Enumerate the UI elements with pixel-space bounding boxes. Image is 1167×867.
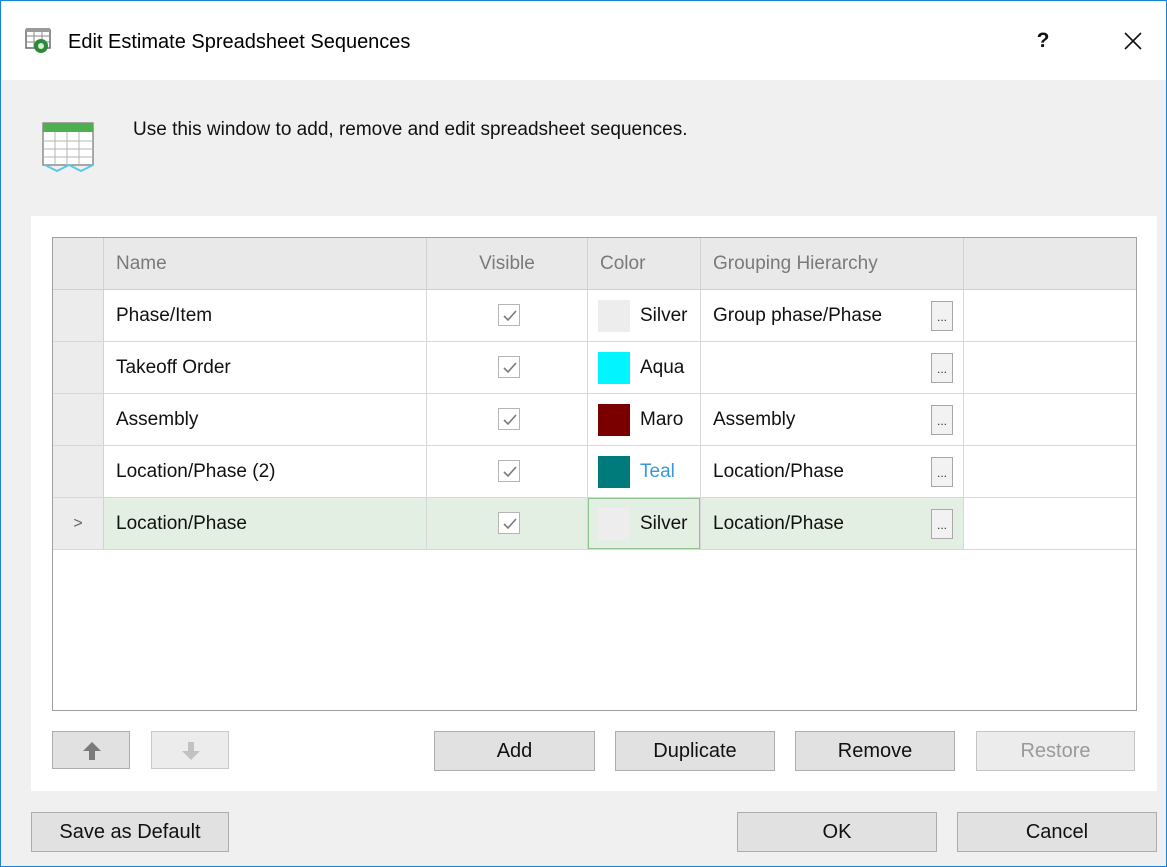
color-swatch xyxy=(598,352,630,384)
grouping-text: Group phase/Phase xyxy=(713,305,883,326)
visible-checkbox[interactable] xyxy=(498,356,520,378)
grouping-ellipsis-button[interactable]: ... xyxy=(931,301,953,331)
table-row[interactable]: Phase/Item Silver Group phase/Phase ... xyxy=(53,290,1136,342)
ok-button[interactable]: OK xyxy=(737,812,937,852)
move-up-button[interactable] xyxy=(52,731,130,769)
grouping-ellipsis-button[interactable]: ... xyxy=(931,457,953,487)
checkmark-icon xyxy=(503,518,517,530)
row-indicator[interactable] xyxy=(53,342,104,393)
cell-filler xyxy=(964,290,1136,341)
grouping-text: Assembly xyxy=(713,409,796,430)
cell-grouping[interactable]: Group phase/Phase ... xyxy=(701,290,964,341)
row-indicator[interactable] xyxy=(53,290,104,341)
cell-name[interactable]: Takeoff Order xyxy=(104,342,427,393)
help-button[interactable]: ? xyxy=(1028,24,1058,58)
cell-name[interactable]: Assembly xyxy=(104,394,427,445)
cell-visible[interactable] xyxy=(427,290,588,341)
cell-grouping[interactable]: Location/Phase ... xyxy=(701,498,964,549)
checkmark-icon xyxy=(503,310,517,322)
spreadsheet-gear-icon xyxy=(24,26,54,56)
save-as-default-button[interactable]: Save as Default xyxy=(31,812,229,852)
duplicate-button[interactable]: Duplicate xyxy=(615,731,775,771)
dialog-window: Edit Estimate Spreadsheet Sequences ? Us… xyxy=(0,0,1167,867)
grouping-text: Location/Phase xyxy=(713,461,844,482)
cell-visible[interactable] xyxy=(427,446,588,497)
table-row[interactable]: Assembly Maro Assembly ... xyxy=(53,394,1136,446)
close-button[interactable] xyxy=(1116,24,1150,58)
visible-checkbox[interactable] xyxy=(498,304,520,326)
restore-button[interactable]: Restore xyxy=(976,731,1135,771)
cell-visible[interactable] xyxy=(427,394,588,445)
row-indicator[interactable] xyxy=(53,446,104,497)
current-row-marker: > xyxy=(73,515,83,532)
color-name: Maro xyxy=(640,409,684,430)
content-panel: Name Visible Color Grouping Hierarchy Ph… xyxy=(31,216,1157,791)
cell-color[interactable]: Teal xyxy=(588,446,701,497)
remove-button[interactable]: Remove xyxy=(795,731,955,771)
add-button[interactable]: Add xyxy=(434,731,595,771)
cell-name[interactable]: Location/Phase xyxy=(104,498,427,549)
visible-checkbox[interactable] xyxy=(498,408,520,430)
cell-filler xyxy=(964,394,1136,445)
column-header-visible[interactable]: Visible xyxy=(427,238,588,290)
cell-color[interactable]: Aqua xyxy=(588,342,701,393)
cell-color[interactable]: Silver xyxy=(588,498,701,549)
spreadsheet-grid-icon xyxy=(41,119,97,173)
sequences-grid: Name Visible Color Grouping Hierarchy Ph… xyxy=(52,237,1137,711)
grouping-text: Location/Phase xyxy=(713,513,844,534)
color-name: Teal xyxy=(640,461,675,482)
table-row[interactable]: Takeoff Order Aqua ... xyxy=(53,342,1136,394)
color-swatch xyxy=(598,508,630,540)
checkmark-icon xyxy=(503,466,517,478)
checkmark-icon xyxy=(503,414,517,426)
color-swatch xyxy=(598,404,630,436)
cell-filler xyxy=(964,498,1136,549)
grid-header: Name Visible Color Grouping Hierarchy xyxy=(53,238,1136,290)
arrow-down-icon xyxy=(182,742,200,760)
cell-grouping[interactable]: Assembly ... xyxy=(701,394,964,445)
checkmark-icon xyxy=(503,362,517,374)
table-row[interactable]: Location/Phase (2) Teal Location/Phase .… xyxy=(53,446,1136,498)
cancel-button[interactable]: Cancel xyxy=(957,812,1157,852)
header-description: Use this window to add, remove and edit … xyxy=(133,119,688,140)
cell-visible[interactable] xyxy=(427,498,588,549)
grouping-ellipsis-button[interactable]: ... xyxy=(931,509,953,539)
cell-visible[interactable] xyxy=(427,342,588,393)
title-bar: Edit Estimate Spreadsheet Sequences ? xyxy=(2,2,1166,80)
color-swatch xyxy=(598,300,630,332)
close-icon xyxy=(1124,32,1142,50)
move-down-button[interactable] xyxy=(151,731,229,769)
grouping-ellipsis-button[interactable]: ... xyxy=(931,405,953,435)
cell-name[interactable]: Location/Phase (2) xyxy=(104,446,427,497)
cell-name[interactable]: Phase/Item xyxy=(104,290,427,341)
cell-color[interactable]: Silver xyxy=(588,290,701,341)
arrow-up-icon xyxy=(83,742,101,760)
column-header-filler xyxy=(964,238,1136,290)
color-name: Silver xyxy=(640,513,688,534)
color-swatch xyxy=(598,456,630,488)
cell-grouping[interactable]: ... xyxy=(701,342,964,393)
color-name: Aqua xyxy=(640,357,685,378)
column-header-color[interactable]: Color xyxy=(588,238,701,290)
row-indicator[interactable] xyxy=(53,394,104,445)
grouping-ellipsis-button[interactable]: ... xyxy=(931,353,953,383)
table-row[interactable]: > Location/Phase Silver Location/Phase .… xyxy=(53,498,1136,550)
cell-grouping[interactable]: Location/Phase ... xyxy=(701,446,964,497)
visible-checkbox[interactable] xyxy=(498,512,520,534)
window-title: Edit Estimate Spreadsheet Sequences xyxy=(68,31,411,53)
color-name: Silver xyxy=(640,305,688,326)
cell-filler xyxy=(964,446,1136,497)
visible-checkbox[interactable] xyxy=(498,460,520,482)
column-header-name[interactable]: Name xyxy=(104,238,427,290)
row-header-corner xyxy=(53,238,104,290)
cell-color[interactable]: Maro xyxy=(588,394,701,445)
column-header-grouping[interactable]: Grouping Hierarchy xyxy=(701,238,964,290)
row-indicator[interactable]: > xyxy=(53,498,104,549)
cell-filler xyxy=(964,342,1136,393)
